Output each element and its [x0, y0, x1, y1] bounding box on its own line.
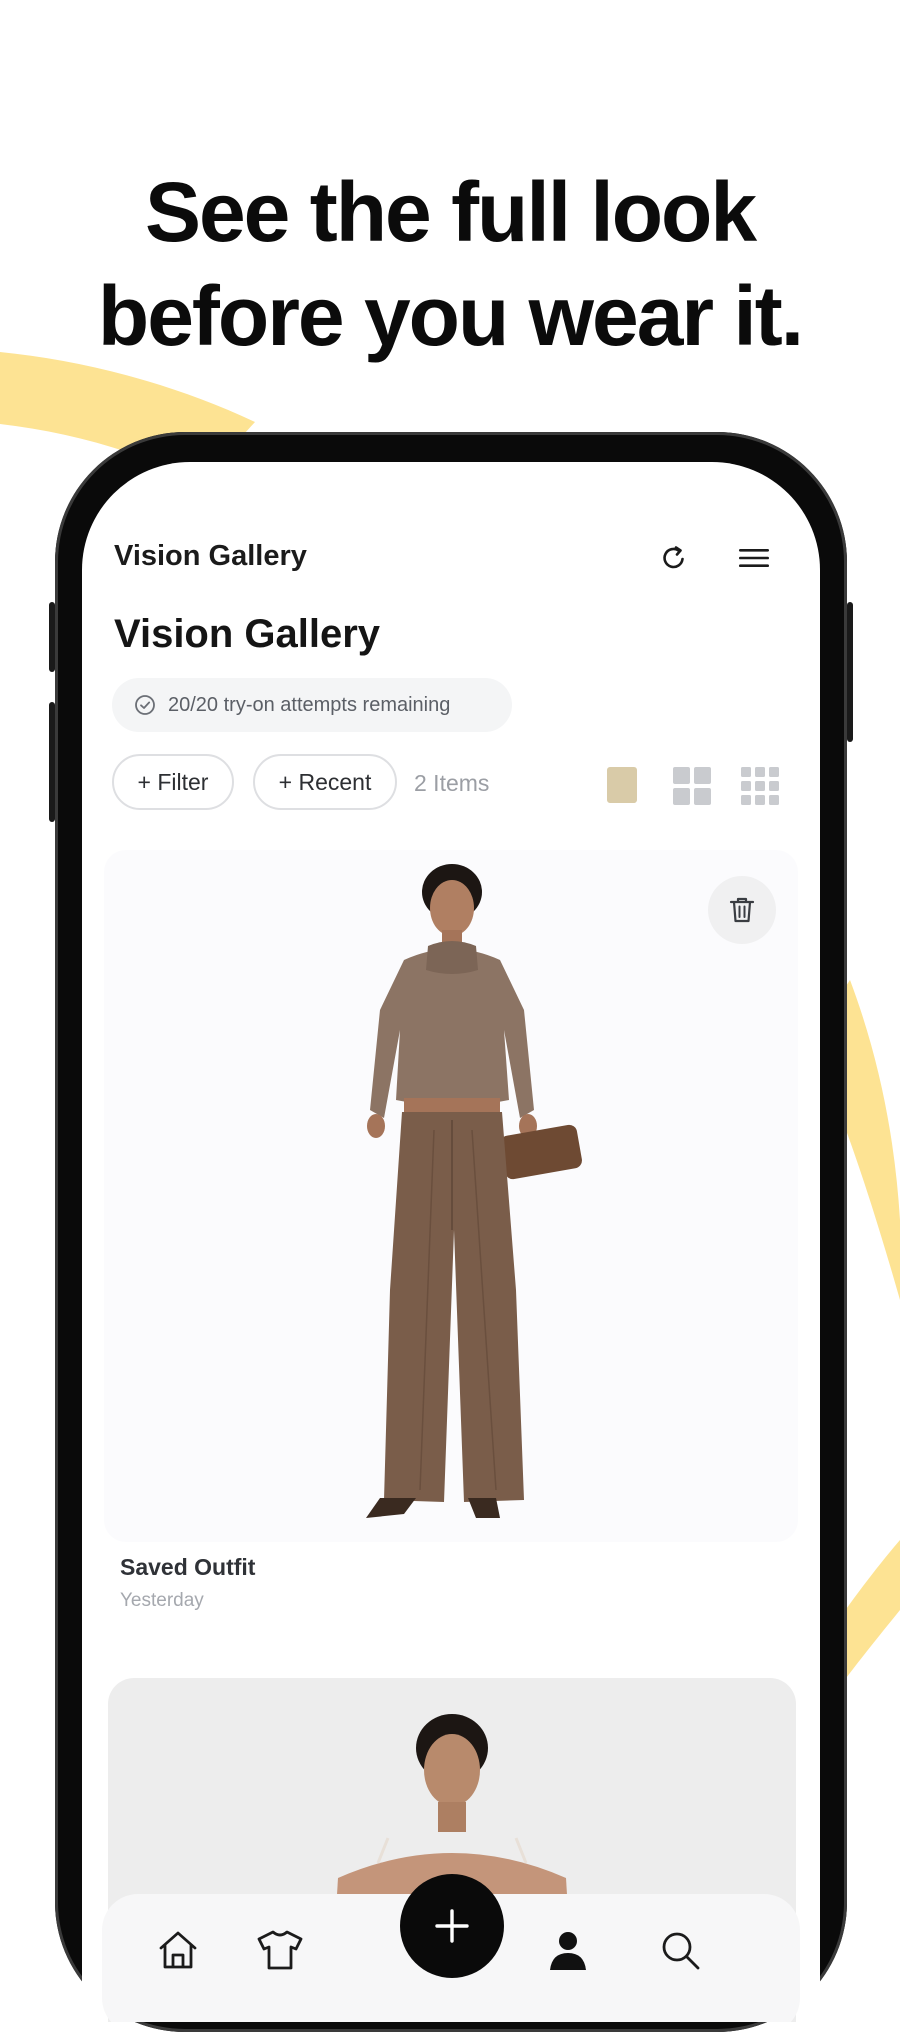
card-title: Saved Outfit: [120, 1554, 256, 1580]
nav-wardrobe[interactable]: [254, 1924, 306, 1976]
phone-side-button: [49, 602, 55, 672]
phone-side-button: [49, 702, 55, 822]
trash-icon: [729, 897, 755, 923]
check-circle-icon: [135, 695, 155, 715]
search-icon: [662, 1932, 700, 1970]
grid-3x3-icon: [741, 767, 779, 805]
add-button[interactable]: [400, 1874, 504, 1978]
tshirt-icon: [257, 1930, 303, 1970]
bottom-nav: [102, 1874, 800, 2022]
headline: See the full look before you wear it.: [0, 160, 900, 368]
phone-screen: Vision Gallery Vision Gallery 20/20 try-…: [82, 462, 820, 2022]
nav-profile[interactable]: [542, 1924, 594, 1976]
headline-line-2: before you wear it.: [97, 269, 804, 363]
menu-button[interactable]: [732, 536, 776, 580]
view-grid-2-button[interactable]: [672, 766, 711, 805]
app-bar-title: Vision Gallery: [114, 540, 307, 572]
app-bar: Vision Gallery: [114, 532, 788, 582]
plus-icon: [435, 1909, 469, 1943]
hamburger-menu-icon: [739, 549, 769, 567]
page-title: Vision Gallery: [114, 612, 381, 656]
attempts-badge: 20/20 try-on attempts remaining: [112, 678, 512, 732]
view-grid-3-button[interactable]: [740, 766, 779, 805]
filter-button[interactable]: + Filter: [112, 754, 234, 810]
single-view-icon: [607, 767, 637, 803]
profile-icon: [550, 1932, 586, 1970]
outfit-photo: [366, 864, 582, 1518]
nav-search[interactable]: [654, 1924, 706, 1976]
refresh-icon: [663, 546, 684, 569]
item-count: 2 Items: [414, 770, 490, 796]
recent-button[interactable]: + Recent: [253, 754, 397, 810]
attempts-text: 20/20 try-on attempts remaining: [168, 693, 451, 716]
controls-row: + Filter + Recent 2 Items: [112, 754, 796, 814]
card-date: Yesterday: [120, 1590, 204, 1611]
nav-home[interactable]: [152, 1924, 204, 1976]
delete-button[interactable]: [708, 876, 776, 944]
headline-line-1: See the full look: [144, 165, 757, 259]
grid-2x2-icon: [673, 767, 711, 805]
view-single-button[interactable]: [606, 766, 642, 803]
refresh-button[interactable]: [652, 536, 696, 580]
home-icon: [159, 1931, 197, 1969]
gallery-card-image[interactable]: [104, 850, 798, 1542]
phone-side-button: [847, 602, 853, 742]
